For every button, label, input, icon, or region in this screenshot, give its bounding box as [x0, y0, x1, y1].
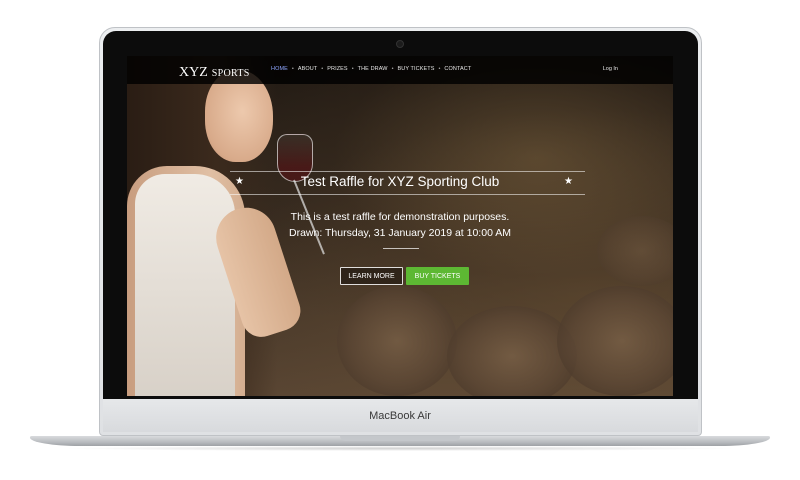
- device-brand-label: MacBook Air: [369, 410, 431, 422]
- nav-separator: •: [391, 66, 394, 72]
- laptop-hinge-notch: [340, 436, 460, 441]
- nav-item-about[interactable]: ABOUT: [298, 66, 317, 72]
- nav-item-the-draw[interactable]: THE DRAW: [358, 66, 388, 72]
- site-logo[interactable]: XYZ SPORTS: [179, 63, 250, 81]
- nav-item-prizes[interactable]: PRIZES: [327, 66, 347, 72]
- nav-menu: HOME • ABOUT • PRIZES • THE DRAW • BUY T…: [271, 66, 471, 72]
- camera-icon: [396, 40, 404, 48]
- hero-description: This is a test raffle for demonstration …: [290, 211, 510, 223]
- login-link[interactable]: Log In: [603, 66, 618, 72]
- nav-separator: •: [351, 66, 354, 72]
- nav-item-buy-tickets[interactable]: BUY TICKETS: [398, 66, 435, 72]
- wine-barrel-image: [337, 286, 457, 396]
- nav-separator: •: [321, 66, 324, 72]
- logo-main-text: XYZ: [179, 65, 208, 80]
- site-navbar: XYZ SPORTS HOME • ABOUT • PRIZES • THE D…: [127, 56, 673, 84]
- nav-item-contact[interactable]: CONTACT: [444, 66, 471, 72]
- buy-tickets-button[interactable]: BUY TICKETS: [406, 267, 469, 285]
- hero-photo-dress: [135, 174, 235, 396]
- hero-title-rule-top: [230, 171, 585, 172]
- website-screen: XYZ SPORTS HOME • ABOUT • PRIZES • THE D…: [127, 56, 673, 396]
- hero-divider: [383, 248, 419, 249]
- laptop-shadow: [60, 446, 740, 451]
- laptop-mockup: MacBook Air XYZ SPORTS HOME • ABOUT • PR…: [0, 0, 800, 480]
- wine-barrel-image: [557, 286, 673, 396]
- learn-more-button[interactable]: LEARN MORE: [340, 267, 403, 285]
- nav-separator: •: [291, 66, 294, 72]
- hero-title: Test Raffle for XYZ Sporting Club: [300, 174, 500, 189]
- nav-separator: •: [438, 66, 441, 72]
- hero-draw-date: Drawn: Thursday, 31 January 2019 at 10:0…: [289, 227, 511, 239]
- logo-sub-text: SPORTS: [211, 68, 250, 79]
- nav-item-home[interactable]: HOME: [271, 66, 288, 72]
- hero-title-rule-bottom: [230, 194, 585, 195]
